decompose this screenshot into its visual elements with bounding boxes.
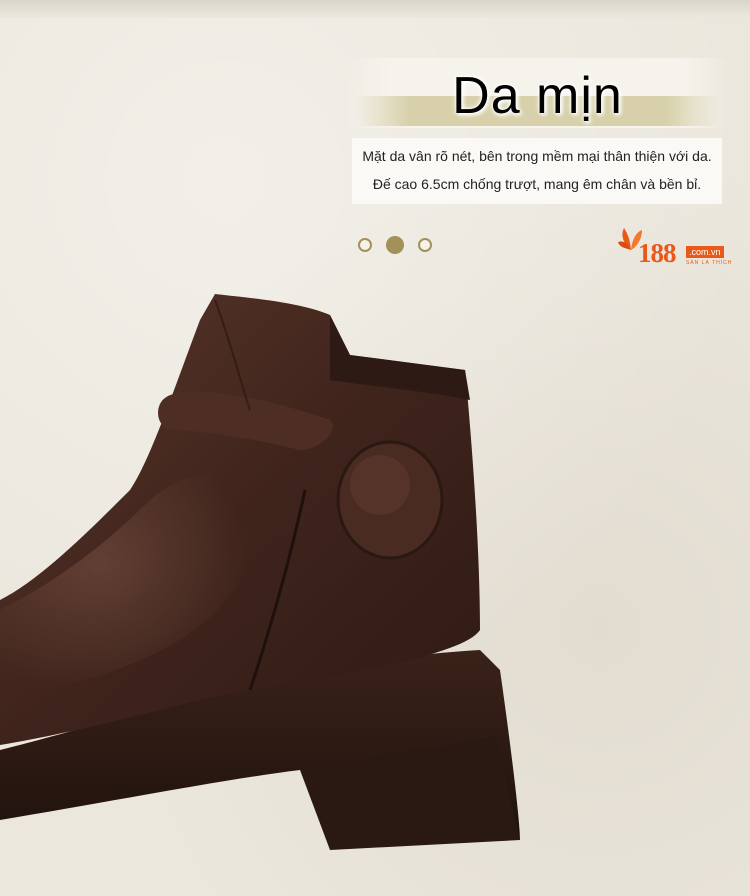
brand-logo: 188 .com.vn SÀN LÀ THÍCH <box>618 222 733 270</box>
logo-domain: .com.vn <box>686 246 724 258</box>
boot-image <box>0 294 520 850</box>
description-line-2: Đế cao 6.5cm chống trượt, mang êm chân v… <box>372 176 702 192</box>
logo-number: 188 <box>638 238 676 268</box>
carousel-dot-3[interactable] <box>418 238 432 252</box>
carousel-dot-1[interactable] <box>358 238 372 252</box>
carousel-dots <box>358 236 432 254</box>
logo-tagline: SÀN LÀ THÍCH <box>686 260 733 266</box>
top-edge-strip <box>0 0 750 18</box>
feature-title: Da mịn <box>452 67 623 125</box>
carousel-dot-2[interactable] <box>386 236 404 254</box>
description-line-1: Mặt da vân rõ nét, bên trong mềm mại thâ… <box>362 148 712 164</box>
